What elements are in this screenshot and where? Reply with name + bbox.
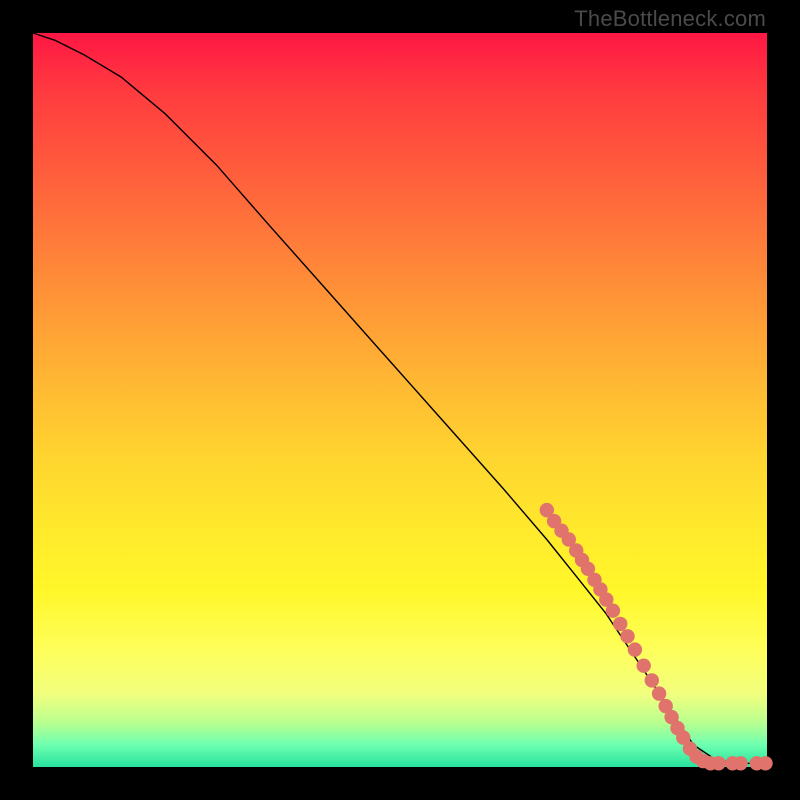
data-point xyxy=(628,642,642,656)
curve-line xyxy=(33,33,767,763)
data-point xyxy=(645,673,659,687)
data-point xyxy=(652,686,666,700)
data-markers xyxy=(540,503,773,771)
data-point xyxy=(758,756,772,770)
data-point xyxy=(711,756,725,770)
plot-area xyxy=(33,33,767,767)
data-point xyxy=(637,659,651,673)
data-point xyxy=(733,756,747,770)
chart-frame: TheBottleneck.com xyxy=(0,0,800,800)
data-point xyxy=(606,604,620,618)
watermark-text: TheBottleneck.com xyxy=(574,6,766,32)
data-point xyxy=(620,629,634,643)
data-point xyxy=(613,617,627,631)
chart-svg xyxy=(33,33,767,767)
